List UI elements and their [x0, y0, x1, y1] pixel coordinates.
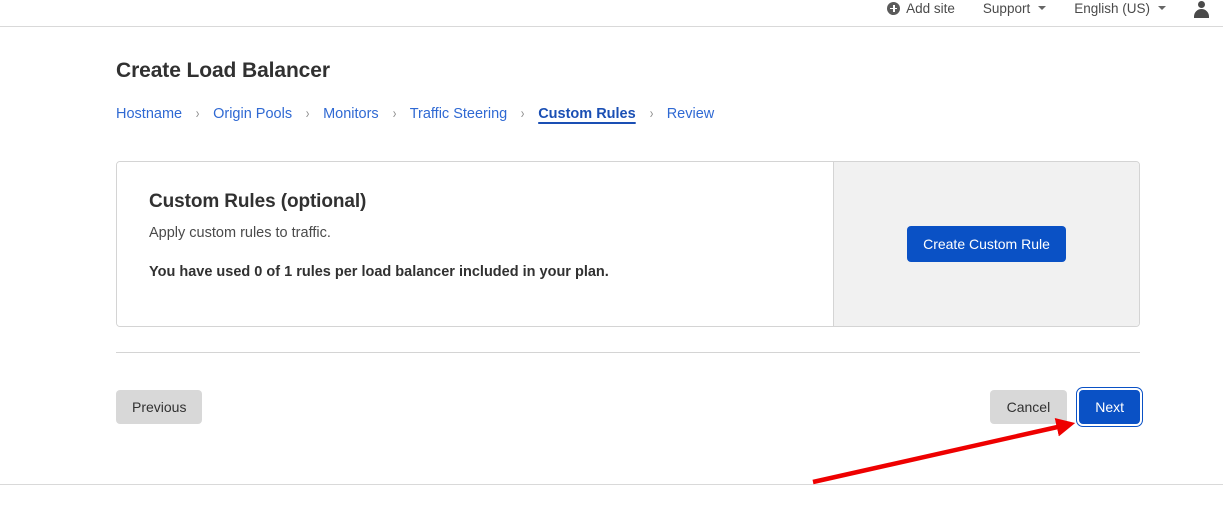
breadcrumb-step-traffic-steering[interactable]: Traffic Steering: [410, 106, 508, 122]
custom-rules-subtitle: Apply custom rules to traffic.: [149, 225, 331, 241]
create-custom-rule-button[interactable]: Create Custom Rule: [907, 226, 1066, 262]
chevron-down-icon: [1038, 6, 1047, 10]
custom-rules-heading: Custom Rules (optional): [149, 191, 367, 212]
next-button[interactable]: Next: [1077, 388, 1142, 426]
bottom-divider: [0, 484, 1223, 485]
plus-circle-icon: [887, 1, 901, 15]
previous-button[interactable]: Previous: [116, 390, 203, 424]
breadcrumb-step-hostname[interactable]: Hostname: [116, 106, 182, 122]
support-menu[interactable]: Support: [982, 0, 1047, 16]
wizard-footer: Previous Cancel Next: [116, 388, 1142, 426]
chevron-right-icon: ›: [305, 105, 310, 122]
breadcrumb-step-review[interactable]: Review: [667, 106, 715, 122]
breadcrumb-step-custom-rules[interactable]: Custom Rules: [538, 106, 636, 122]
page-title: Create Load Balancer: [116, 59, 330, 83]
chevron-right-icon: ›: [649, 105, 654, 122]
account-menu[interactable]: [1194, 0, 1209, 18]
language-label: English (US): [1074, 0, 1150, 16]
language-menu[interactable]: English (US): [1074, 1, 1166, 16]
chevron-right-icon: ›: [520, 105, 525, 122]
breadcrumb-step-origin-pools[interactable]: Origin Pools: [213, 106, 292, 122]
custom-rules-quota-text: You have used 0 of 1 rules per load bala…: [149, 264, 609, 280]
custom-rules-card-info: Custom Rules (optional) Apply custom rul…: [117, 162, 833, 326]
chevron-down-icon: [1158, 6, 1166, 10]
custom-rules-action-panel: Create Custom Rule: [833, 162, 1139, 326]
wizard-footer-right: Cancel Next: [989, 388, 1142, 426]
top-utility-bar: Add site Support English (US): [0, 0, 1223, 27]
breadcrumb-step-monitors[interactable]: Monitors: [323, 106, 379, 122]
add-site-label: Add site: [906, 0, 955, 16]
custom-rules-card: Custom Rules (optional) Apply custom rul…: [116, 161, 1140, 327]
chevron-right-icon: ›: [195, 105, 200, 122]
user-avatar-icon: [1194, 0, 1209, 18]
chevron-right-icon: ›: [392, 105, 396, 122]
main-content: Create Load Balancer Hostname › Origin P…: [0, 28, 1223, 484]
footer-divider: [116, 352, 1140, 353]
support-label: Support: [982, 0, 1031, 16]
top-utility-bar-items: Add site Support English (US): [887, 0, 1223, 22]
add-site-button[interactable]: Add site: [887, 1, 955, 16]
breadcrumb: Hostname › Origin Pools › Monitors › Tra…: [116, 105, 714, 122]
cancel-button[interactable]: Cancel: [989, 390, 1068, 424]
